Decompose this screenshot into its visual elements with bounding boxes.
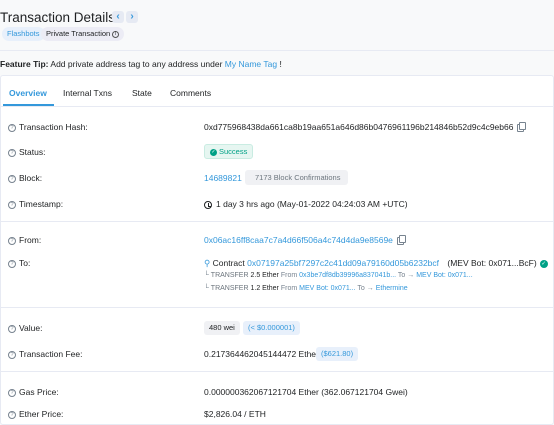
tabs-divider bbox=[0, 106, 554, 107]
feature-tip-label: Feature Tip: bbox=[0, 59, 49, 69]
transfer-amount: 1.2 Ether bbox=[250, 285, 279, 292]
transfer-branch-icon: └ bbox=[204, 272, 209, 279]
help-icon[interactable]: ? bbox=[8, 200, 16, 209]
help-icon[interactable]: ? bbox=[8, 350, 16, 359]
block-label-text: Block: bbox=[19, 173, 43, 183]
from-label: ? From: bbox=[8, 235, 41, 245]
transfer-amount: 2.5 Ether bbox=[250, 272, 279, 279]
help-icon[interactable]: ? bbox=[8, 388, 16, 397]
section-divider bbox=[0, 371, 554, 372]
gas-price-label-text: Gas Price: bbox=[19, 387, 59, 397]
transfer-to-link[interactable]: Ethermine bbox=[376, 285, 408, 292]
timestamp-label-text: Timestamp: bbox=[19, 199, 64, 209]
copy-icon[interactable] bbox=[517, 121, 527, 132]
from-label-text: From: bbox=[19, 235, 42, 245]
value-label-text: Value: bbox=[19, 323, 43, 333]
tab-internal-txns[interactable]: Internal Txns bbox=[63, 88, 112, 98]
fee-usd-badge: ($621.80) bbox=[316, 347, 359, 361]
clock-icon bbox=[204, 200, 212, 209]
tx-hash-value: 0xd775968438da661ca8b19aa651a646d86b0476… bbox=[204, 121, 527, 132]
info-icon[interactable]: i bbox=[112, 30, 120, 38]
header-divider bbox=[0, 50, 554, 51]
transfer-from-link[interactable]: 0x3be7df8db39996a837041b... bbox=[299, 272, 396, 279]
transfer-row: └ TRANSFER 2.5 Ether From 0x3be7df8db399… bbox=[204, 272, 473, 279]
tx-hash-label-text: Transaction Hash: bbox=[19, 122, 88, 132]
feature-tip: Feature Tip: Add private address tag to … bbox=[0, 59, 282, 69]
fee-label-text: Transaction Fee: bbox=[19, 349, 83, 359]
timestamp-value: 1 day 3 hrs ago (May-01-2022 04:24:03 AM… bbox=[204, 199, 408, 209]
transfer-prefix: TRANSFER bbox=[210, 285, 249, 292]
transfer-from-label: From bbox=[280, 272, 298, 279]
value-label: ? Value: bbox=[8, 323, 42, 333]
ether-price-label: ? Ether Price: bbox=[8, 409, 63, 419]
my-name-tag-link[interactable]: My Name Tag bbox=[225, 59, 277, 69]
page-title: Transaction Details bbox=[0, 10, 116, 25]
status-label-text: Status: bbox=[19, 147, 46, 157]
verified-check-icon: ✓ bbox=[539, 259, 548, 268]
check-icon: ✓ bbox=[210, 148, 217, 156]
help-icon[interactable]: ? bbox=[8, 123, 16, 132]
block-confirmations-badge: 7173 Block Confirmations bbox=[245, 170, 349, 185]
value-amount-badge: 480 wei bbox=[204, 321, 240, 335]
transfer-to-label: To → bbox=[397, 272, 415, 279]
section-divider bbox=[0, 307, 554, 308]
ether-price-value: $2,826.04 / ETH bbox=[204, 409, 266, 419]
contract-search-icon: ⚲ bbox=[204, 258, 211, 268]
fee-label: ? Transaction Fee: bbox=[8, 349, 82, 359]
contract-address-link[interactable]: 0x07197a25bf7297c2c41dd09a79160d05b6232b… bbox=[247, 258, 439, 268]
tab-state[interactable]: State bbox=[132, 88, 152, 98]
fee-amount: 0.217364462045144472 Ether bbox=[204, 349, 319, 359]
help-icon[interactable]: ? bbox=[8, 259, 16, 268]
to-label-text: To: bbox=[19, 258, 31, 268]
from-value: 0x06ac16ff8caa7c7a4d66f506a4c74d4da9e856… bbox=[204, 234, 406, 245]
private-transaction-label: Private Transaction bbox=[46, 29, 111, 38]
next-transaction-button[interactable]: › bbox=[126, 11, 138, 23]
block-label: ? Block: bbox=[8, 173, 42, 183]
help-icon[interactable]: ? bbox=[8, 324, 16, 333]
transfer-to-link[interactable]: MEV Bot: 0x071... bbox=[416, 272, 472, 279]
contract-tag: (MEV Bot: 0x071...BcF) bbox=[447, 258, 537, 268]
section-divider bbox=[0, 221, 554, 222]
contract-prefix: Contract bbox=[212, 258, 245, 268]
help-icon[interactable]: ? bbox=[8, 236, 16, 245]
status-badge: ✓ Success bbox=[204, 144, 254, 159]
transfer-row: └ TRANSFER 1.2 Ether From MEV Bot: 0x071… bbox=[204, 285, 408, 292]
status-text: Success bbox=[219, 147, 248, 156]
help-icon[interactable]: ? bbox=[8, 410, 16, 419]
gas-price-label: ? Gas Price: bbox=[8, 387, 59, 397]
to-value: ⚲ Contract 0x07197a25bf7297c2c41dd09a791… bbox=[204, 258, 554, 269]
from-address-link[interactable]: 0x06ac16ff8caa7c7a4d66f506a4c74d4da9e856… bbox=[204, 235, 393, 245]
transfer-from-label: From bbox=[280, 285, 298, 292]
to-label: ? To: bbox=[8, 258, 30, 268]
tx-hash-text: 0xd775968438da661ca8b19aa651a646d86b0476… bbox=[204, 122, 514, 132]
value-usd-badge: (< $0.000001) bbox=[243, 321, 300, 335]
flashbots-badge[interactable]: Flashbots bbox=[2, 27, 45, 41]
help-icon[interactable]: ? bbox=[8, 174, 16, 183]
timestamp-label: ? Timestamp: bbox=[8, 199, 63, 209]
tab-comments[interactable]: Comments bbox=[170, 88, 211, 98]
feature-tip-text: Add private address tag to any address u… bbox=[50, 59, 223, 69]
block-number-link[interactable]: 14689821 bbox=[204, 173, 242, 183]
private-transaction-badge[interactable]: Private Transaction i bbox=[41, 27, 125, 41]
copy-icon[interactable] bbox=[396, 234, 406, 245]
help-icon[interactable]: ? bbox=[8, 148, 16, 157]
status-label: ? Status: bbox=[8, 147, 45, 157]
transfer-from-link[interactable]: MEV Bot: 0x071... bbox=[299, 285, 355, 292]
feature-tip-end: ! bbox=[279, 59, 282, 69]
gas-price-value: 0.000000362067121704 Ether (362.06712170… bbox=[204, 387, 408, 397]
ether-price-label-text: Ether Price: bbox=[19, 409, 64, 419]
tx-hash-label: ? Transaction Hash: bbox=[8, 122, 88, 132]
transfer-to-label: To → bbox=[357, 285, 374, 292]
transfer-prefix: TRANSFER bbox=[210, 272, 249, 279]
timestamp-text: 1 day 3 hrs ago (May-01-2022 04:24:03 AM… bbox=[216, 199, 408, 209]
transfer-branch-icon: └ bbox=[204, 285, 209, 292]
prev-transaction-button[interactable]: ‹ bbox=[112, 11, 124, 23]
tab-overview[interactable]: Overview bbox=[9, 88, 47, 98]
